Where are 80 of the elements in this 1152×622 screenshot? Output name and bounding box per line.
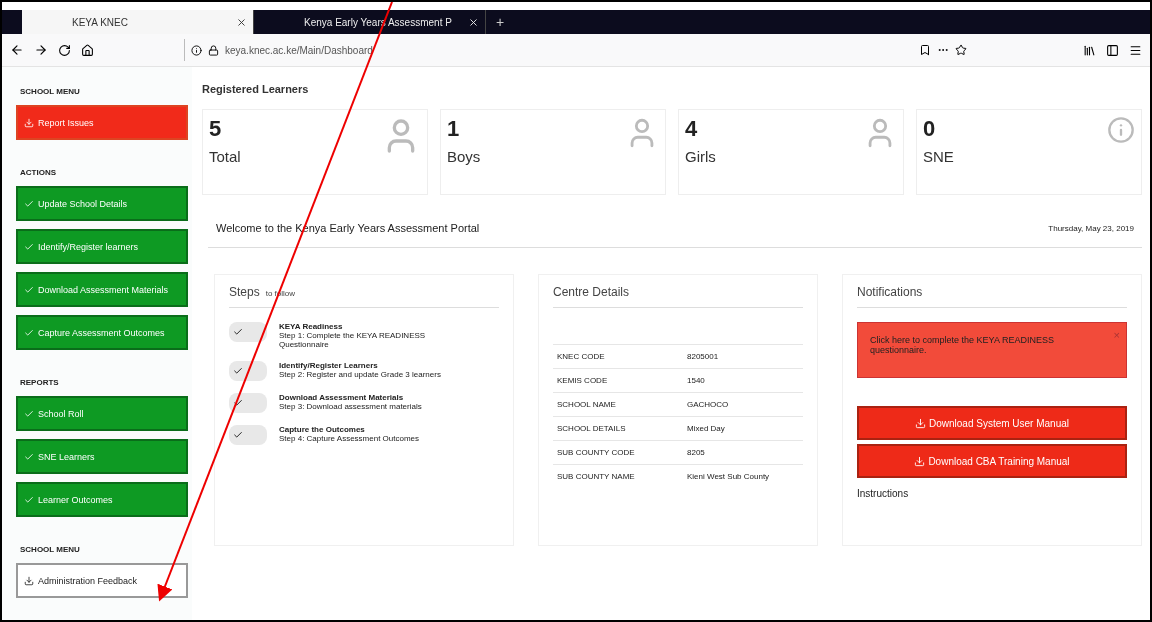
step-title: KEYA Readiness — [279, 322, 344, 331]
step-detail: Questionnaire — [279, 340, 330, 349]
sidebar-icon[interactable] — [1106, 43, 1119, 57]
sidebar-button[interactable]: Download Assessment Materials — [16, 272, 188, 307]
field-label: SCHOOL NAME — [557, 400, 617, 409]
panel-title: Notifications — [857, 285, 923, 299]
check-icon — [233, 398, 243, 408]
close-icon[interactable] — [468, 16, 479, 28]
field-label: SUB COUNTY CODE — [557, 448, 636, 457]
panel-title: Steps — [229, 285, 260, 299]
step-detail: Step 3: Download assessment materials — [279, 402, 422, 411]
download-icon — [914, 417, 926, 429]
lock-icon — [208, 44, 219, 56]
check-icon — [24, 284, 34, 295]
section-heading: SCHOOL MENU — [20, 87, 81, 96]
field-value: 8205001 — [687, 352, 720, 361]
sidebar-button[interactable]: Administration Feedback — [16, 563, 188, 598]
step-title: Identify/Register Learners — [279, 361, 379, 370]
section-heading: ACTIONS — [20, 168, 57, 177]
back-icon[interactable] — [10, 43, 24, 57]
new-tab-button[interactable]: + — [486, 10, 515, 34]
download-icon — [24, 575, 34, 586]
check-icon — [24, 198, 34, 209]
check-icon — [24, 327, 34, 338]
stat-label: Total — [209, 148, 241, 165]
download-icon — [24, 117, 34, 128]
field-value: GACHOCO — [687, 400, 730, 409]
stat-label: Girls — [685, 148, 716, 165]
check-icon — [233, 430, 243, 440]
step-detail: Step 4: Capture Assessment Outcomes — [279, 434, 420, 443]
stat-value: 5 — [209, 116, 223, 142]
close-icon[interactable] — [236, 16, 247, 28]
sidebar-button[interactable]: Learner Outcomes — [16, 482, 188, 517]
alert-text[interactable]: Click here to complete the KEYA READINESS questionnaire. — [870, 335, 1098, 355]
page-title: Registered Learners — [202, 83, 310, 95]
section-heading: SCHOOL MENU — [20, 545, 81, 554]
sidebar-button[interactable]: SNE Learners — [16, 439, 188, 474]
check-icon — [24, 494, 34, 505]
stat-label: SNE — [923, 148, 954, 165]
check-icon — [24, 408, 34, 419]
sidebar-button[interactable]: School Roll — [16, 396, 188, 431]
step-detail: Step 1: Complete the KEYA READINESS — [279, 331, 426, 340]
forward-icon[interactable] — [34, 43, 48, 57]
check-icon — [233, 327, 243, 337]
sidebar-button[interactable]: Update School Details — [16, 186, 188, 221]
reload-icon[interactable] — [58, 43, 71, 57]
instructions-text: Instructions — [857, 488, 910, 499]
field-value: Mixed Day — [687, 424, 726, 433]
download-button[interactable]: Download CBA Training Manual — [857, 444, 1127, 478]
sidebar-button[interactable]: Identify/Register learners — [16, 229, 188, 264]
field-label: SUB COUNTY NAME — [557, 472, 636, 481]
field-label: SCHOOL DETAILS — [557, 424, 627, 433]
sidebar-button[interactable]: Report Issues — [16, 105, 188, 140]
check-icon — [24, 241, 34, 252]
section-heading: REPORTS — [20, 378, 60, 387]
field-label: KEMIS CODE — [557, 376, 609, 385]
info-icon — [191, 44, 202, 56]
download-icon — [914, 455, 926, 467]
stat-value: 1 — [447, 116, 461, 142]
download-button[interactable]: Download System User Manual — [857, 406, 1127, 440]
star-icon[interactable] — [955, 44, 967, 56]
stat-value: 4 — [685, 116, 699, 142]
step-detail: Step 2: Register and update Grade 3 learners — [279, 370, 441, 379]
panel-title: Centre Details — [553, 285, 630, 299]
step-title: Capture the Outcomes — [279, 425, 366, 434]
menu-icon[interactable] — [1129, 43, 1142, 57]
field-value: 8205 — [687, 448, 706, 457]
field-label: KNEC CODE — [557, 352, 606, 361]
home-icon[interactable] — [81, 43, 94, 57]
sidebar-button[interactable]: Capture Assessment Outcomes — [16, 315, 188, 350]
check-icon — [24, 451, 34, 462]
field-value: Kieni West Sub County — [687, 472, 771, 481]
field-value: 1540 — [687, 376, 706, 385]
stat-value: 0 — [923, 116, 937, 142]
check-icon — [233, 366, 243, 376]
step-title: Download Assessment Materials — [279, 393, 405, 402]
library-icon[interactable] — [1083, 43, 1096, 57]
stat-label: Boys — [447, 148, 481, 165]
browser-tab[interactable]: KEYA KNEC — [22, 10, 254, 34]
date-text: Thursday, May 23, 2019 — [1048, 223, 1134, 233]
